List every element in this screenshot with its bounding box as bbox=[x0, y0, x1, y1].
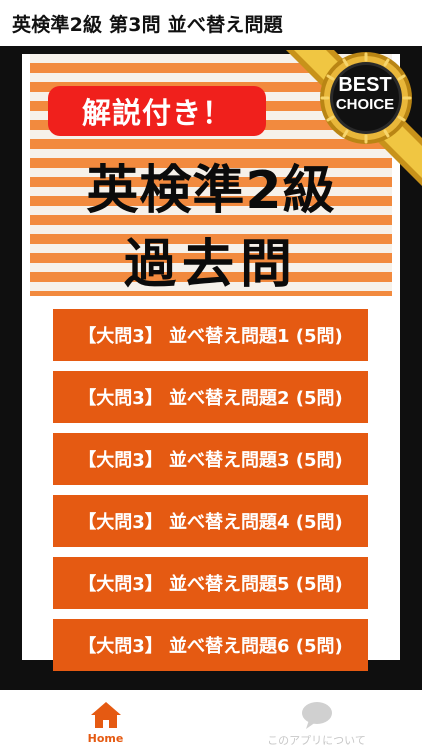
banner-heading-past-exams: 過去問 bbox=[123, 235, 298, 295]
menu-button-set-5[interactable]: 【大問3】 並べ替え問題5 (5問) bbox=[53, 557, 368, 609]
nav-item-about[interactable]: このアプリについて bbox=[211, 690, 422, 750]
explanation-tag: 解説付き！ bbox=[48, 86, 266, 136]
menu-button-set-3[interactable]: 【大問3】 並べ替え問題3 (5問) bbox=[53, 433, 368, 485]
explanation-tag-text: 解説付き！ bbox=[81, 96, 232, 130]
menu-button-set-4[interactable]: 【大問3】 並べ替え問題4 (5問) bbox=[53, 495, 368, 547]
bottom-navigation: Home このアプリについて bbox=[0, 690, 422, 750]
best-choice-badge-icon bbox=[286, 50, 422, 186]
menu-button-set-1[interactable]: 【大問3】 並べ替え問題1 (5問) bbox=[53, 309, 368, 361]
page-title: 英検準2級 第3問 並べ替え問題 bbox=[12, 13, 283, 36]
app-bar: 英検準2級 第3問 並べ替え問題 bbox=[0, 0, 422, 46]
nav-item-home[interactable]: Home bbox=[0, 690, 211, 750]
nav-label-home: Home bbox=[87, 732, 124, 745]
badge-text-choice: CHOICE bbox=[335, 96, 395, 113]
badge-text-best: BEST bbox=[338, 74, 392, 96]
menu-button-set-6[interactable]: 【大問3】 並べ替え問題6 (5問) bbox=[53, 619, 368, 671]
home-icon bbox=[90, 702, 121, 728]
menu-button-set-2[interactable]: 【大問3】 並べ替え問題2 (5問) bbox=[53, 371, 368, 423]
nav-label-about: このアプリについて bbox=[267, 734, 366, 747]
speech-bubble-icon bbox=[301, 702, 332, 729]
